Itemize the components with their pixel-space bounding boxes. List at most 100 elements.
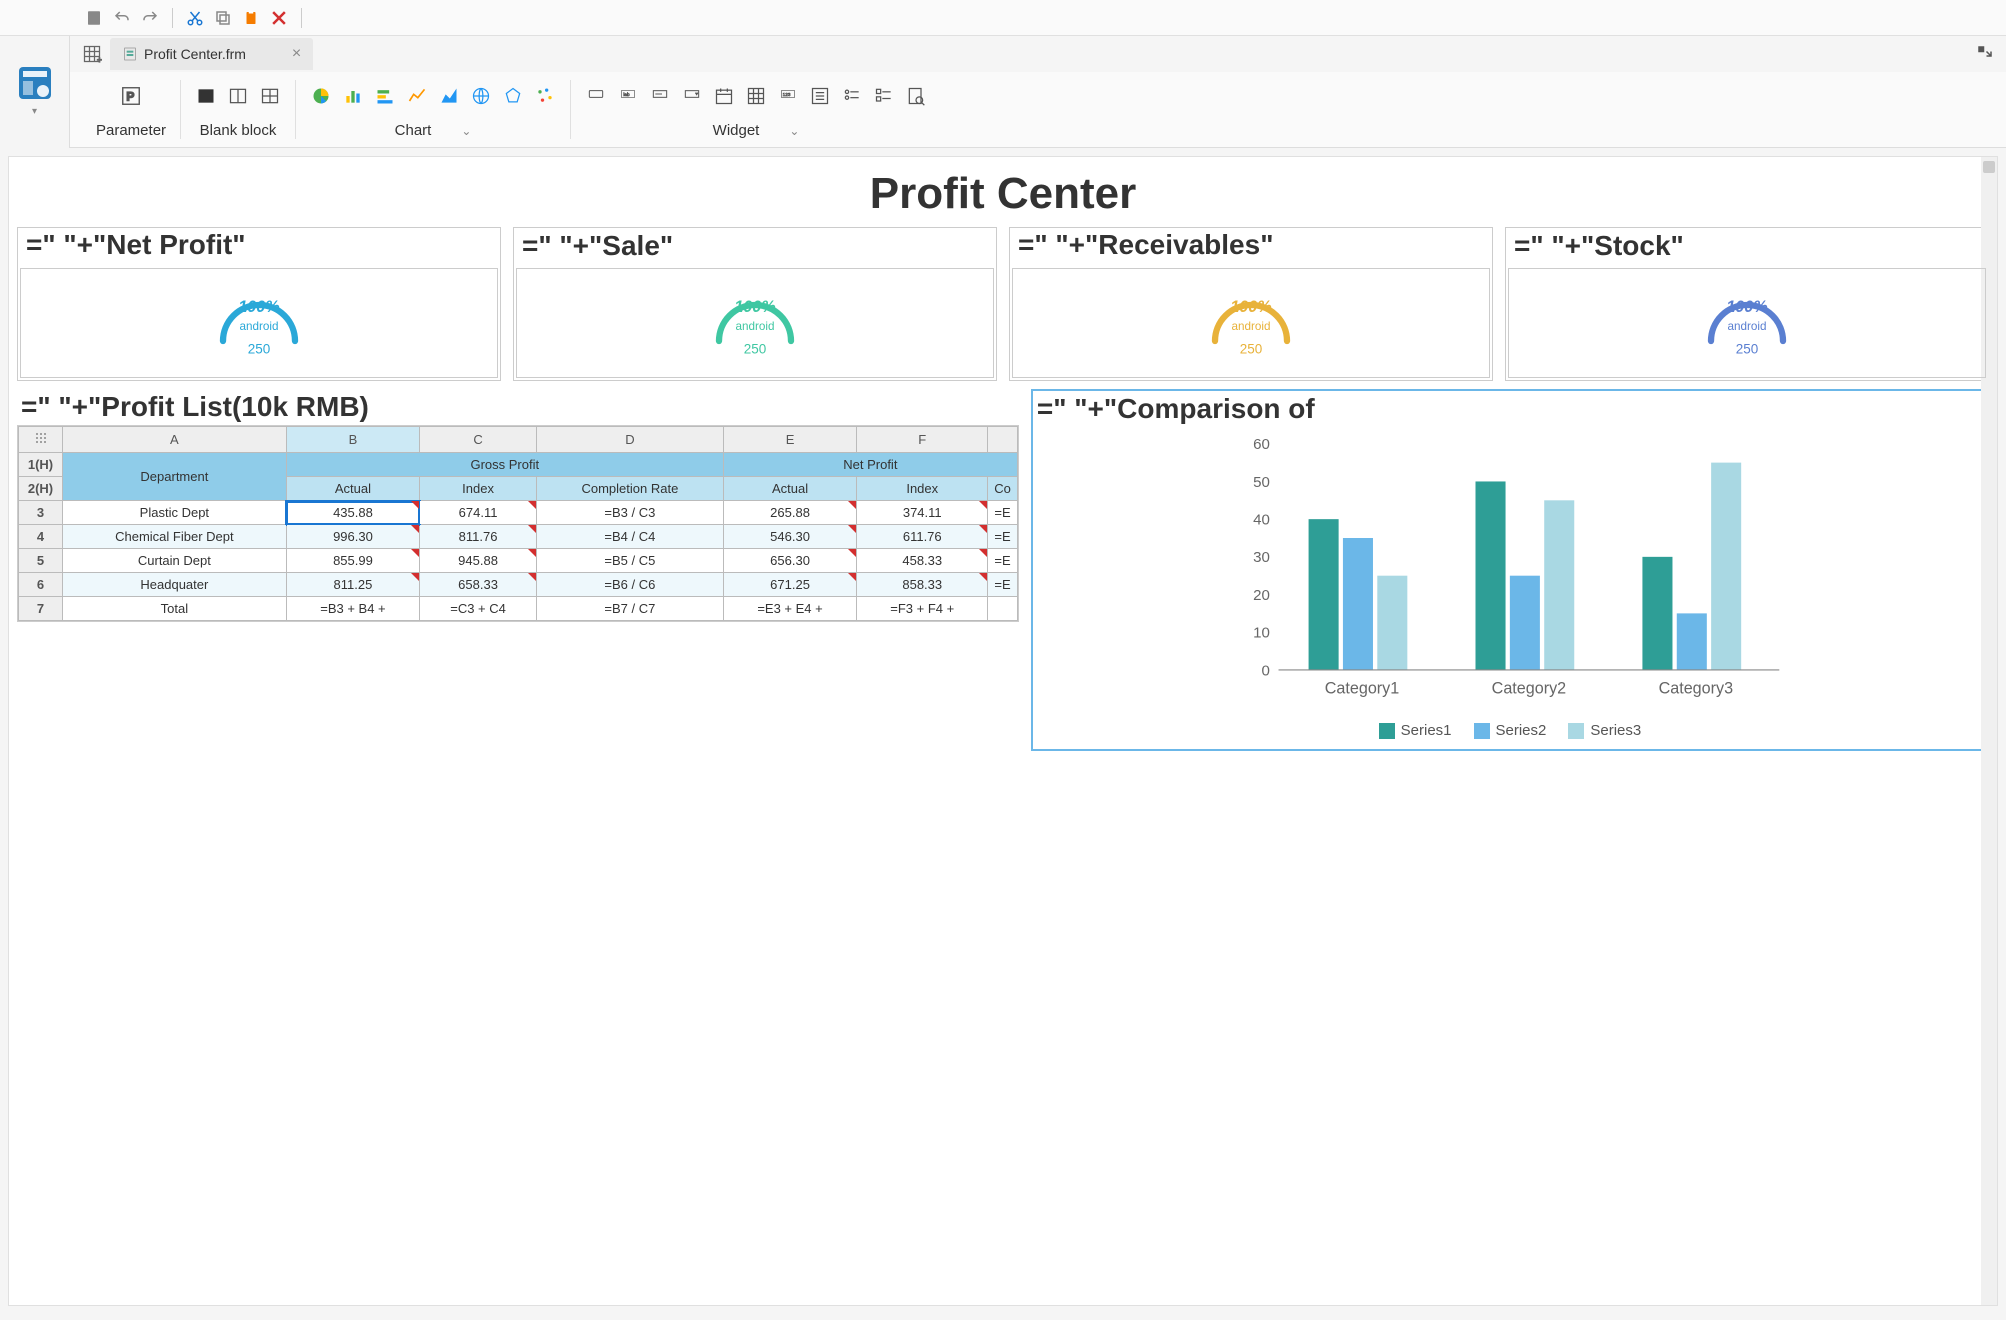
- cell[interactable]: 674.11: [420, 501, 537, 525]
- cell[interactable]: =E3 + E4 +: [723, 597, 856, 621]
- cell[interactable]: =C3 + C4: [420, 597, 537, 621]
- cell[interactable]: =B7 / C7: [536, 597, 723, 621]
- kpi-box[interactable]: =" "+"Net Profit" 100% android 250: [17, 227, 501, 381]
- cell[interactable]: 546.30: [723, 525, 856, 549]
- cell[interactable]: Chemical Fiber Dept: [63, 525, 287, 549]
- kpi-box[interactable]: =" "+"Sale" 100% android 250: [513, 227, 997, 381]
- block-solid-icon[interactable]: [195, 85, 217, 107]
- widget-dropdown-toggle-icon[interactable]: ⌄: [789, 124, 799, 138]
- cell[interactable]: 374.11: [857, 501, 988, 525]
- cell[interactable]: 811.76: [420, 525, 537, 549]
- widget-list-icon[interactable]: [809, 85, 831, 107]
- new-grid-icon[interactable]: +: [78, 40, 106, 68]
- cell[interactable]: =B4 / C4: [536, 525, 723, 549]
- kpi-box[interactable]: =" "+"Receivables" 100% android 250: [1009, 227, 1493, 381]
- spreadsheet[interactable]: ABCDEF 1(H) Department Gross Profit Net P…: [17, 425, 1019, 622]
- redo-icon[interactable]: [138, 6, 162, 30]
- cell[interactable]: Gross Profit: [286, 453, 723, 477]
- cell[interactable]: 458.33: [857, 549, 988, 573]
- cell[interactable]: Actual: [723, 477, 856, 501]
- file-tab[interactable]: Profit Center.frm ×: [110, 38, 313, 70]
- undo-icon[interactable]: [110, 6, 134, 30]
- row-header[interactable]: 5: [19, 549, 63, 573]
- cell[interactable]: 671.25: [723, 573, 856, 597]
- col-header[interactable]: E: [723, 427, 856, 453]
- logo-dropdown-icon[interactable]: ▾: [15, 106, 55, 121]
- cell[interactable]: Net Profit: [723, 453, 1017, 477]
- cell[interactable]: 858.33: [857, 573, 988, 597]
- col-header[interactable]: A: [63, 427, 287, 453]
- parameter-icon[interactable]: P: [120, 85, 142, 107]
- cell[interactable]: 945.88: [420, 549, 537, 573]
- col-header[interactable]: C: [420, 427, 537, 453]
- cell[interactable]: =B6 / C6: [536, 573, 723, 597]
- copy-icon[interactable]: [211, 6, 235, 30]
- cell[interactable]: Headquater: [63, 573, 287, 597]
- cell[interactable]: =B3 / C3: [536, 501, 723, 525]
- cell[interactable]: =E: [988, 525, 1018, 549]
- cell[interactable]: =E: [988, 549, 1018, 573]
- widget-grid-icon[interactable]: [745, 85, 767, 107]
- cell[interactable]: 611.76: [857, 525, 988, 549]
- cell[interactable]: 435.88: [286, 501, 419, 525]
- row-header[interactable]: 2(H): [19, 477, 63, 501]
- cell[interactable]: 656.30: [723, 549, 856, 573]
- widget-radio-icon[interactable]: [873, 85, 895, 107]
- chart-dropdown-icon[interactable]: ⌄: [461, 124, 471, 138]
- cell[interactable]: =E: [988, 501, 1018, 525]
- design-canvas[interactable]: Profit Center =" "+"Net Profit" 100% and…: [8, 156, 1998, 1306]
- row-header[interactable]: 7: [19, 597, 63, 621]
- widget-button-icon[interactable]: [585, 85, 607, 107]
- cell[interactable]: Curtain Dept: [63, 549, 287, 573]
- pie-chart-icon[interactable]: [310, 85, 332, 107]
- cell[interactable]: Index: [420, 477, 537, 501]
- col-header[interactable]: D: [536, 427, 723, 453]
- scatter-icon[interactable]: [534, 85, 556, 107]
- cell[interactable]: =B3 + B4 +: [286, 597, 419, 621]
- row-header[interactable]: 6: [19, 573, 63, 597]
- cell[interactable]: =B5 / C5: [536, 549, 723, 573]
- widget-label-icon[interactable]: lab: [617, 85, 639, 107]
- col-header[interactable]: B: [286, 427, 419, 453]
- comparison-chart-block[interactable]: =" "+"Comparison of 0102030405060Categor…: [1031, 389, 1989, 751]
- kpi-box[interactable]: =" "+"Stock" 100% android 250: [1505, 227, 1989, 381]
- widget-checkbox-icon[interactable]: [841, 85, 863, 107]
- cell[interactable]: 811.25: [286, 573, 419, 597]
- bar-chart-icon[interactable]: [342, 85, 364, 107]
- cell[interactable]: 996.30: [286, 525, 419, 549]
- cell[interactable]: =F3 + F4 +: [857, 597, 988, 621]
- widget-preview-icon[interactable]: [905, 85, 927, 107]
- panel-toggle-icon[interactable]: [1976, 44, 1994, 65]
- cell[interactable]: 265.88: [723, 501, 856, 525]
- widget-dropdown-icon[interactable]: [681, 85, 703, 107]
- cell[interactable]: Completion Rate: [536, 477, 723, 501]
- row-header[interactable]: 1(H): [19, 453, 63, 477]
- cell[interactable]: Department: [63, 453, 287, 501]
- radar-icon[interactable]: [502, 85, 524, 107]
- tab-close-icon[interactable]: ×: [292, 45, 301, 63]
- cut-icon[interactable]: [183, 6, 207, 30]
- cell[interactable]: [988, 597, 1018, 621]
- col-header[interactable]: F: [857, 427, 988, 453]
- cell[interactable]: Actual: [286, 477, 419, 501]
- cell[interactable]: =E: [988, 573, 1018, 597]
- paste-icon[interactable]: [239, 6, 263, 30]
- hbar-chart-icon[interactable]: [374, 85, 396, 107]
- block-grid-icon[interactable]: [259, 85, 281, 107]
- cell[interactable]: Co: [988, 477, 1018, 501]
- cell[interactable]: 855.99: [286, 549, 419, 573]
- cell[interactable]: 658.33: [420, 573, 537, 597]
- block-split-icon[interactable]: [227, 85, 249, 107]
- widget-text-icon[interactable]: [649, 85, 671, 107]
- globe-icon[interactable]: [470, 85, 492, 107]
- line-chart-icon[interactable]: [406, 85, 428, 107]
- row-header[interactable]: 3: [19, 501, 63, 525]
- delete-icon[interactable]: [267, 6, 291, 30]
- cell[interactable]: Plastic Dept: [63, 501, 287, 525]
- widget-number-icon[interactable]: 123: [777, 85, 799, 107]
- area-chart-icon[interactable]: [438, 85, 460, 107]
- save-icon[interactable]: [82, 6, 106, 30]
- row-header[interactable]: 4: [19, 525, 63, 549]
- cell[interactable]: Index: [857, 477, 988, 501]
- widget-calendar-icon[interactable]: [713, 85, 735, 107]
